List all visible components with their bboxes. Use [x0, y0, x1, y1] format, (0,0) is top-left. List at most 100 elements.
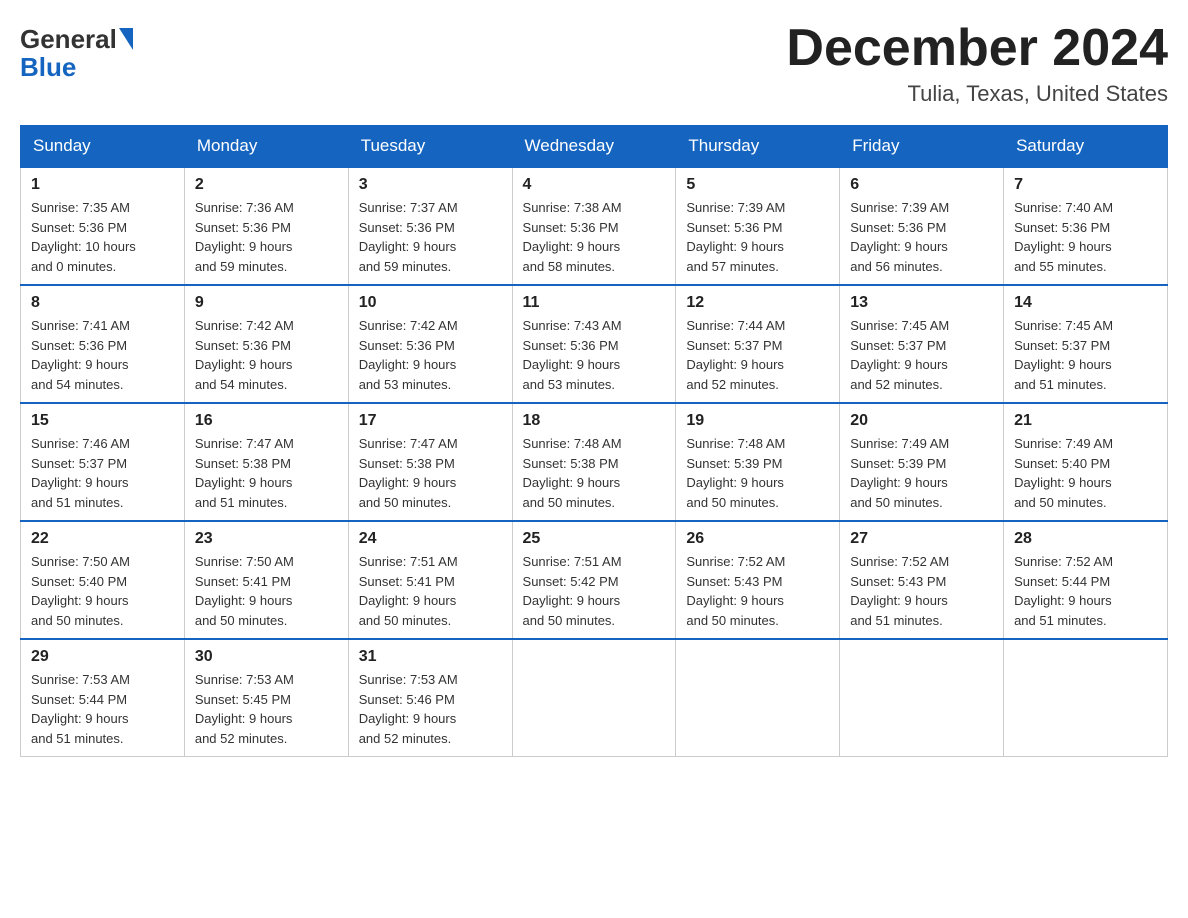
logo: General Blue: [20, 20, 135, 83]
calendar-cell: 10 Sunrise: 7:42 AMSunset: 5:36 PMDaylig…: [348, 285, 512, 403]
calendar-cell: 26 Sunrise: 7:52 AMSunset: 5:43 PMDaylig…: [676, 521, 840, 639]
day-info: Sunrise: 7:45 AMSunset: 5:37 PMDaylight:…: [1014, 318, 1113, 392]
logo-blue: Blue: [20, 52, 76, 83]
header-tuesday: Tuesday: [348, 126, 512, 168]
calendar-cell: 31 Sunrise: 7:53 AMSunset: 5:46 PMDaylig…: [348, 639, 512, 757]
day-info: Sunrise: 7:50 AMSunset: 5:40 PMDaylight:…: [31, 554, 130, 628]
day-number: 17: [359, 412, 502, 430]
day-number: 31: [359, 648, 502, 666]
day-info: Sunrise: 7:50 AMSunset: 5:41 PMDaylight:…: [195, 554, 294, 628]
day-number: 27: [850, 530, 993, 548]
calendar-cell: 13 Sunrise: 7:45 AMSunset: 5:37 PMDaylig…: [840, 285, 1004, 403]
calendar-cell: 4 Sunrise: 7:38 AMSunset: 5:36 PMDayligh…: [512, 167, 676, 285]
day-number: 12: [686, 294, 829, 312]
week-row-2: 8 Sunrise: 7:41 AMSunset: 5:36 PMDayligh…: [21, 285, 1168, 403]
day-info: Sunrise: 7:43 AMSunset: 5:36 PMDaylight:…: [523, 318, 622, 392]
calendar-cell: 14 Sunrise: 7:45 AMSunset: 5:37 PMDaylig…: [1004, 285, 1168, 403]
calendar-cell: [840, 639, 1004, 757]
header-saturday: Saturday: [1004, 126, 1168, 168]
day-info: Sunrise: 7:37 AMSunset: 5:36 PMDaylight:…: [359, 200, 458, 274]
day-number: 26: [686, 530, 829, 548]
day-number: 6: [850, 176, 993, 194]
calendar-cell: 18 Sunrise: 7:48 AMSunset: 5:38 PMDaylig…: [512, 403, 676, 521]
day-info: Sunrise: 7:49 AMSunset: 5:40 PMDaylight:…: [1014, 436, 1113, 510]
location-title: Tulia, Texas, United States: [786, 81, 1168, 107]
calendar-cell: 16 Sunrise: 7:47 AMSunset: 5:38 PMDaylig…: [184, 403, 348, 521]
day-number: 3: [359, 176, 502, 194]
calendar-cell: 27 Sunrise: 7:52 AMSunset: 5:43 PMDaylig…: [840, 521, 1004, 639]
day-number: 23: [195, 530, 338, 548]
day-number: 29: [31, 648, 174, 666]
calendar-table: SundayMondayTuesdayWednesdayThursdayFrid…: [20, 125, 1168, 757]
calendar-cell: 1 Sunrise: 7:35 AMSunset: 5:36 PMDayligh…: [21, 167, 185, 285]
day-info: Sunrise: 7:53 AMSunset: 5:44 PMDaylight:…: [31, 672, 130, 746]
day-info: Sunrise: 7:51 AMSunset: 5:41 PMDaylight:…: [359, 554, 458, 628]
day-info: Sunrise: 7:42 AMSunset: 5:36 PMDaylight:…: [195, 318, 294, 392]
logo-general: General: [20, 26, 117, 52]
day-info: Sunrise: 7:36 AMSunset: 5:36 PMDaylight:…: [195, 200, 294, 274]
calendar-cell: 5 Sunrise: 7:39 AMSunset: 5:36 PMDayligh…: [676, 167, 840, 285]
day-number: 2: [195, 176, 338, 194]
day-info: Sunrise: 7:39 AMSunset: 5:36 PMDaylight:…: [686, 200, 785, 274]
day-info: Sunrise: 7:49 AMSunset: 5:39 PMDaylight:…: [850, 436, 949, 510]
calendar-cell: [1004, 639, 1168, 757]
day-number: 8: [31, 294, 174, 312]
header-thursday: Thursday: [676, 126, 840, 168]
week-row-3: 15 Sunrise: 7:46 AMSunset: 5:37 PMDaylig…: [21, 403, 1168, 521]
day-number: 30: [195, 648, 338, 666]
day-info: Sunrise: 7:45 AMSunset: 5:37 PMDaylight:…: [850, 318, 949, 392]
calendar-cell: 25 Sunrise: 7:51 AMSunset: 5:42 PMDaylig…: [512, 521, 676, 639]
day-number: 21: [1014, 412, 1157, 430]
calendar-cell: 21 Sunrise: 7:49 AMSunset: 5:40 PMDaylig…: [1004, 403, 1168, 521]
header-friday: Friday: [840, 126, 1004, 168]
day-info: Sunrise: 7:47 AMSunset: 5:38 PMDaylight:…: [359, 436, 458, 510]
day-info: Sunrise: 7:51 AMSunset: 5:42 PMDaylight:…: [523, 554, 622, 628]
calendar-cell: 30 Sunrise: 7:53 AMSunset: 5:45 PMDaylig…: [184, 639, 348, 757]
day-info: Sunrise: 7:48 AMSunset: 5:38 PMDaylight:…: [523, 436, 622, 510]
day-number: 14: [1014, 294, 1157, 312]
day-info: Sunrise: 7:41 AMSunset: 5:36 PMDaylight:…: [31, 318, 130, 392]
day-number: 24: [359, 530, 502, 548]
calendar-cell: [676, 639, 840, 757]
week-row-4: 22 Sunrise: 7:50 AMSunset: 5:40 PMDaylig…: [21, 521, 1168, 639]
day-info: Sunrise: 7:52 AMSunset: 5:43 PMDaylight:…: [850, 554, 949, 628]
day-info: Sunrise: 7:46 AMSunset: 5:37 PMDaylight:…: [31, 436, 130, 510]
calendar-cell: 7 Sunrise: 7:40 AMSunset: 5:36 PMDayligh…: [1004, 167, 1168, 285]
day-info: Sunrise: 7:44 AMSunset: 5:37 PMDaylight:…: [686, 318, 785, 392]
day-info: Sunrise: 7:39 AMSunset: 5:36 PMDaylight:…: [850, 200, 949, 274]
calendar-cell: 6 Sunrise: 7:39 AMSunset: 5:36 PMDayligh…: [840, 167, 1004, 285]
day-number: 1: [31, 176, 174, 194]
calendar-header-row: SundayMondayTuesdayWednesdayThursdayFrid…: [21, 126, 1168, 168]
calendar-cell: 12 Sunrise: 7:44 AMSunset: 5:37 PMDaylig…: [676, 285, 840, 403]
calendar-cell: 22 Sunrise: 7:50 AMSunset: 5:40 PMDaylig…: [21, 521, 185, 639]
day-number: 25: [523, 530, 666, 548]
calendar-cell: 24 Sunrise: 7:51 AMSunset: 5:41 PMDaylig…: [348, 521, 512, 639]
day-number: 11: [523, 294, 666, 312]
calendar-cell: 11 Sunrise: 7:43 AMSunset: 5:36 PMDaylig…: [512, 285, 676, 403]
day-number: 20: [850, 412, 993, 430]
day-info: Sunrise: 7:38 AMSunset: 5:36 PMDaylight:…: [523, 200, 622, 274]
calendar-cell: 17 Sunrise: 7:47 AMSunset: 5:38 PMDaylig…: [348, 403, 512, 521]
day-number: 16: [195, 412, 338, 430]
day-number: 15: [31, 412, 174, 430]
calendar-cell: 20 Sunrise: 7:49 AMSunset: 5:39 PMDaylig…: [840, 403, 1004, 521]
day-number: 19: [686, 412, 829, 430]
month-title: December 2024: [786, 20, 1168, 77]
calendar-cell: 2 Sunrise: 7:36 AMSunset: 5:36 PMDayligh…: [184, 167, 348, 285]
day-number: 18: [523, 412, 666, 430]
calendar-cell: [512, 639, 676, 757]
day-number: 10: [359, 294, 502, 312]
calendar-cell: 15 Sunrise: 7:46 AMSunset: 5:37 PMDaylig…: [21, 403, 185, 521]
day-number: 28: [1014, 530, 1157, 548]
day-info: Sunrise: 7:35 AMSunset: 5:36 PMDaylight:…: [31, 200, 136, 274]
day-number: 4: [523, 176, 666, 194]
day-info: Sunrise: 7:53 AMSunset: 5:46 PMDaylight:…: [359, 672, 458, 746]
day-number: 13: [850, 294, 993, 312]
calendar-cell: 9 Sunrise: 7:42 AMSunset: 5:36 PMDayligh…: [184, 285, 348, 403]
day-number: 5: [686, 176, 829, 194]
calendar-cell: 29 Sunrise: 7:53 AMSunset: 5:44 PMDaylig…: [21, 639, 185, 757]
week-row-1: 1 Sunrise: 7:35 AMSunset: 5:36 PMDayligh…: [21, 167, 1168, 285]
day-info: Sunrise: 7:52 AMSunset: 5:44 PMDaylight:…: [1014, 554, 1113, 628]
page-header: General Blue December 2024 Tulia, Texas,…: [20, 20, 1168, 107]
day-info: Sunrise: 7:42 AMSunset: 5:36 PMDaylight:…: [359, 318, 458, 392]
